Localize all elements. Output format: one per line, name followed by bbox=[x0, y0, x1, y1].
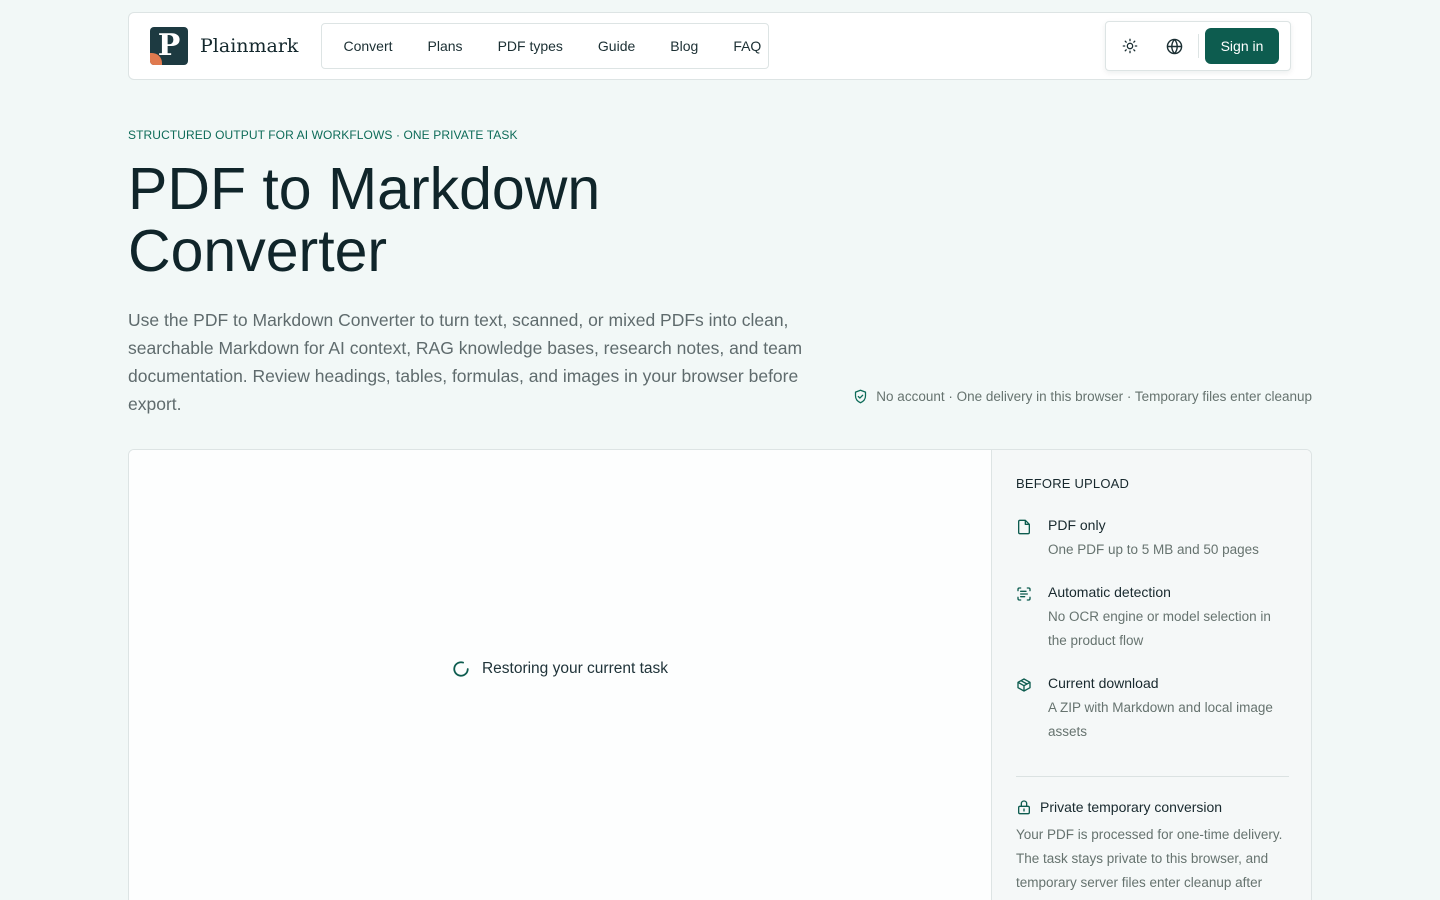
page-title-line-1: PDF to Markdown bbox=[128, 156, 601, 222]
site-header: P Plainmark Convert Plans PDF types Guid… bbox=[128, 12, 1312, 80]
requirement-desc: One PDF up to 5 MB and 50 pages bbox=[1048, 542, 1259, 557]
theme-toggle-button[interactable] bbox=[1108, 28, 1152, 64]
logo: P bbox=[150, 27, 188, 65]
requirement-desc: A ZIP with Markdown and local image asse… bbox=[1048, 700, 1273, 739]
actions-divider bbox=[1198, 34, 1199, 58]
nav-item-faq[interactable]: FAQ bbox=[716, 24, 779, 68]
upload-area[interactable]: Restoring your current task bbox=[129, 450, 991, 900]
private-conversion-title: Private temporary conversion bbox=[1040, 799, 1223, 815]
brand[interactable]: P Plainmark bbox=[150, 27, 298, 65]
brand-name: Plainmark bbox=[200, 35, 299, 57]
converter-card: Restoring your current task BEFORE UPLOA… bbox=[128, 449, 1312, 900]
requirement-title: Automatic detection bbox=[1048, 584, 1171, 600]
package-icon bbox=[1017, 678, 1031, 692]
file-icon bbox=[1018, 519, 1030, 535]
lock-icon bbox=[1018, 800, 1030, 815]
loading-indicator: Restoring your current task bbox=[452, 660, 668, 678]
language-button[interactable] bbox=[1152, 28, 1196, 64]
requirement-automatic-detection: Automatic detection No OCR engine or mod… bbox=[1016, 584, 1289, 653]
requirement-current-download: Current download A ZIP with Markdown and… bbox=[1016, 675, 1289, 744]
globe-icon bbox=[1166, 38, 1182, 54]
private-conversion-heading: Private temporary conversion bbox=[1016, 799, 1289, 815]
requirement-title: Current download bbox=[1048, 675, 1159, 691]
page-title-line-2: Converter bbox=[128, 218, 388, 284]
nav-item-plans[interactable]: Plans bbox=[410, 24, 480, 68]
loading-text: Restoring your current task bbox=[481, 660, 669, 677]
nav-item-convert[interactable]: Convert bbox=[326, 24, 410, 68]
eyebrow: STRUCTURED OUTPUT FOR AI WORKFLOWS · ONE… bbox=[128, 128, 518, 142]
requirement-title: PDF only bbox=[1048, 517, 1106, 533]
private-conversion-desc: Your PDF is processed for one-time deliv… bbox=[1016, 827, 1283, 890]
requirement-pdf-only: PDF only One PDF up to 5 MB and 50 pages bbox=[1016, 517, 1289, 562]
lead-paragraph: Use the PDF to Markdown Converter to tur… bbox=[128, 310, 803, 414]
sun-icon bbox=[1122, 38, 1138, 54]
before-upload-panel: BEFORE UPLOAD PDF only One PDF up to 5 M… bbox=[991, 450, 1311, 900]
nav-item-blog[interactable]: Blog bbox=[653, 24, 716, 68]
nav-item-guide[interactable]: Guide bbox=[580, 24, 652, 68]
privacy-note-text: No account · One delivery in this browse… bbox=[876, 389, 1312, 404]
page-title: PDF to Markdown Converter bbox=[128, 158, 828, 282]
shield-check-icon bbox=[855, 389, 867, 404]
requirement-desc: No OCR engine or model selection in the … bbox=[1048, 609, 1271, 648]
scan-text-icon bbox=[1017, 587, 1031, 601]
panel-heading: BEFORE UPLOAD bbox=[1016, 476, 1130, 491]
header-actions: Sign in bbox=[1105, 21, 1291, 71]
nav-item-pdf-types[interactable]: PDF types bbox=[480, 24, 580, 68]
spinner-icon bbox=[453, 661, 469, 677]
sign-in-button[interactable]: Sign in bbox=[1205, 28, 1279, 64]
privacy-note: No account · One delivery in this browse… bbox=[853, 389, 1312, 404]
panel-divider bbox=[1016, 776, 1289, 777]
main-nav: Convert Plans PDF types Guide Blog FAQ bbox=[321, 23, 769, 69]
